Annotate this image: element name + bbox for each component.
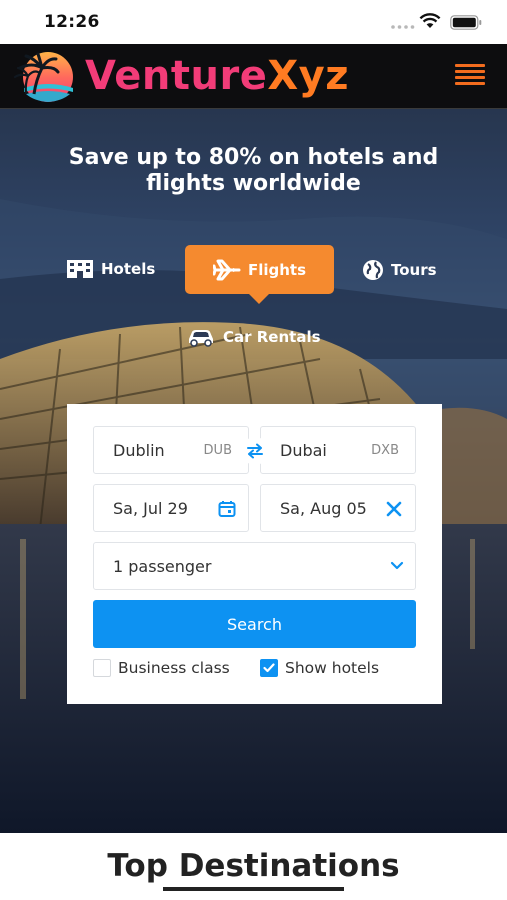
- tab-tours-label: Tours: [391, 261, 437, 279]
- tab-flights[interactable]: Flights: [185, 245, 334, 304]
- top-destinations-section: Top Destinations: [0, 833, 507, 900]
- checkmark-icon: [263, 663, 275, 673]
- search-button[interactable]: Search: [93, 600, 416, 648]
- passengers-select[interactable]: 1 passenger: [93, 542, 416, 590]
- calendar-icon[interactable]: [218, 500, 236, 518]
- show-hotels-checkbox[interactable]: Show hotels: [260, 659, 379, 677]
- origin-code: DUB: [203, 443, 232, 458]
- return-date: Sa, Aug 05: [280, 498, 367, 518]
- airplane-icon: [212, 259, 241, 280]
- battery-icon: [450, 15, 482, 30]
- flight-search-card: Dublin DUB Dubai DXB Sa, Jul 29 Sa, Aug …: [67, 404, 442, 704]
- business-class-box[interactable]: [93, 659, 111, 677]
- destination-code: DXB: [371, 443, 399, 458]
- swap-icon[interactable]: [241, 437, 269, 465]
- hotel-icon: [67, 260, 93, 278]
- chevron-down-icon: [390, 561, 404, 570]
- hero-section: Save up to 80% on hotels and flights wor…: [0, 109, 507, 833]
- brand-name-part1: Venture: [85, 53, 268, 99]
- origin-field[interactable]: Dublin DUB: [93, 426, 249, 474]
- destination-city: Dubai: [280, 440, 327, 460]
- return-date-field[interactable]: Sa, Aug 05: [260, 484, 416, 532]
- swap-arrows-icon: [247, 443, 263, 459]
- show-hotels-box[interactable]: [260, 659, 278, 677]
- business-class-label: Business class: [118, 659, 230, 677]
- status-bar: 12:26: [0, 0, 507, 44]
- title-underline: [163, 887, 344, 891]
- tab-car-rentals-label: Car Rentals: [223, 328, 321, 346]
- hamburger-menu-icon[interactable]: [455, 64, 485, 88]
- tab-tours[interactable]: Tours: [362, 259, 437, 281]
- status-time: 12:26: [44, 12, 100, 32]
- destination-field[interactable]: Dubai DXB: [260, 426, 416, 474]
- top-destinations-title: Top Destinations: [107, 848, 400, 884]
- passengers-value: 1 passenger: [113, 556, 212, 576]
- globe-icon: [363, 260, 383, 280]
- tab-flights-label: Flights: [247, 260, 307, 279]
- app-header: VentureXyz: [0, 44, 507, 109]
- tab-hotels[interactable]: Hotels: [66, 259, 155, 279]
- brand-name-part2: Xyz: [267, 53, 350, 99]
- depart-date: Sa, Jul 29: [113, 498, 188, 518]
- brand-name[interactable]: VentureXyz: [85, 53, 349, 99]
- wifi-icon: [419, 13, 441, 28]
- hero-headline: Save up to 80% on hotels and flights wor…: [68, 145, 439, 196]
- origin-city: Dublin: [113, 440, 165, 460]
- business-class-checkbox[interactable]: Business class: [93, 659, 230, 677]
- tab-car-rentals[interactable]: Car Rentals: [186, 327, 321, 347]
- depart-date-field[interactable]: Sa, Jul 29: [93, 484, 249, 532]
- signal-dots-icon: [391, 25, 415, 29]
- show-hotels-label: Show hotels: [285, 659, 380, 677]
- car-icon: [189, 330, 213, 347]
- palm-beach-logo-icon[interactable]: [12, 50, 78, 104]
- tab-hotels-label: Hotels: [101, 260, 156, 278]
- close-icon[interactable]: [385, 500, 403, 518]
